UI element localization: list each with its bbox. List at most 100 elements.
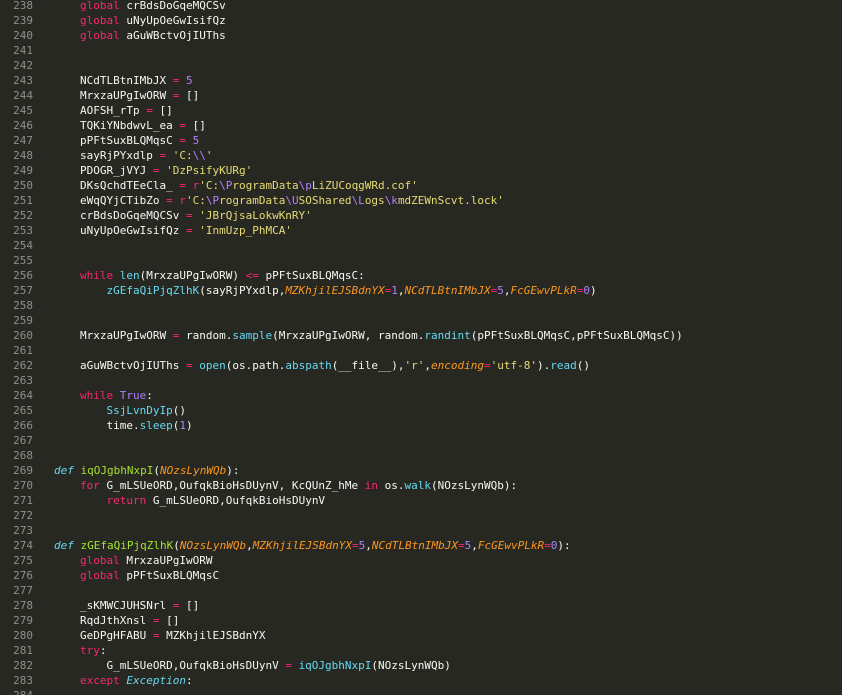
code-token: except — [80, 673, 120, 687]
line-number: 269 — [13, 463, 33, 477]
code-line[interactable]: 265 SsjLvnDyIp() — [0, 403, 842, 418]
code-line[interactable]: 278 _sKMWCJUHSNrl = [] — [0, 598, 842, 613]
code-line[interactable]: 284 — [0, 688, 842, 695]
code-text: global MrxzaUPgIwORW — [80, 553, 212, 568]
code-token: \L — [351, 193, 365, 207]
code-token: (__file__), — [331, 358, 405, 372]
code-line[interactable]: 242 — [0, 58, 842, 73]
line-number: 244 — [13, 88, 33, 102]
code-line[interactable]: 255 — [0, 253, 842, 268]
code-token: \P — [205, 193, 220, 207]
code-token: rogramData — [219, 193, 286, 207]
code-text: G_mLSUeORD,OufqkBioHsDUynV = iqOJgbhNxpI… — [107, 658, 451, 673]
code-token: open — [199, 358, 226, 372]
code-token: (pPFtSuxBLQMqsC,pPFtSuxBLQMqsC)) — [470, 328, 683, 342]
code-line[interactable]: 282 G_mLSUeORD,OufqkBioHsDUynV = iqOJgbhN… — [0, 658, 842, 673]
code-line[interactable]: 281 try: — [0, 643, 842, 658]
code-token: ): — [557, 538, 571, 552]
code-line[interactable]: 264 while True: — [0, 388, 842, 403]
code-line[interactable]: 251 eWqQYjCTibZo = r'C:\ProgramData\USOSh… — [0, 193, 842, 208]
code-text: global pPFtSuxBLQMqsC — [80, 568, 219, 583]
code-token: 1 — [391, 283, 398, 297]
code-line[interactable]: 243 NCdTLBtnIMbJX = 5 — [0, 73, 842, 88]
code-text: return G_mLSUeORD,OufqkBioHsDUynV — [107, 493, 326, 508]
code-line[interactable]: 244 MrxzaUPgIwORW = [] — [0, 88, 842, 103]
code-line[interactable]: 262 aGuWBctvOjIUThs = open(os.path.abspat… — [0, 358, 842, 373]
code-text: PDOGR_jVYJ = 'DzPsifyKURg' — [80, 163, 252, 178]
code-line[interactable]: 261 — [0, 343, 842, 358]
code-line[interactable]: 268 — [0, 448, 842, 463]
code-line[interactable]: 271 return G_mLSUeORD,OufqkBioHsDUynV — [0, 493, 842, 508]
line-number: 261 — [13, 343, 33, 357]
code-line[interactable]: 240 global aGuWBctvOjIUThs — [0, 28, 842, 43]
code-line[interactable]: 280 GeDPgHFABU = MZKhjilEJSBdnYX — [0, 628, 842, 643]
code-line[interactable]: 245 AOFSH_rTp = [] — [0, 103, 842, 118]
code-line[interactable]: 250 DKsQchdTEeCla_ = r'C:\ProgramData\pLi… — [0, 178, 842, 193]
code-token: () — [172, 403, 186, 417]
code-text: for G_mLSUeORD,OufqkBioHsDUynV, KcQUnZ_h… — [80, 478, 517, 493]
line-number: 283 — [13, 673, 33, 687]
code-line[interactable]: 246 TQKiYNbdwvL_ea = [] — [0, 118, 842, 133]
code-token: read — [550, 358, 577, 372]
code-token: 'InmUzp_PhMCA' — [199, 223, 292, 237]
code-line[interactable]: 238 global crBdsDoGqeMQCSv — [0, 0, 842, 13]
line-number: 281 — [13, 643, 33, 657]
code-line[interactable]: 272 — [0, 508, 842, 523]
code-line[interactable]: 276 global pPFtSuxBLQMqsC — [0, 568, 842, 583]
line-number: 265 — [13, 403, 33, 417]
code-text: aGuWBctvOjIUThs = open(os.path.abspath(_… — [80, 358, 590, 373]
line-number: 266 — [13, 418, 33, 432]
code-line[interactable]: 257 zGEfaQiPjqZlhK(sayRjPYxdlp,MZKhjilEJS… — [0, 283, 842, 298]
code-token: 0 — [583, 283, 590, 297]
code-line[interactable]: 260 MrxzaUPgIwORW = random.sample(MrxzaUP… — [0, 328, 842, 343]
line-number: 247 — [13, 133, 33, 147]
code-line[interactable]: 267 — [0, 433, 842, 448]
code-text: eWqQYjCTibZo = r'C:\ProgramData\USOShare… — [80, 193, 504, 208]
code-line[interactable]: 263 — [0, 373, 842, 388]
code-token: crBdsDoGqeMQCSv — [80, 208, 186, 222]
code-line[interactable]: 253 uNyUpOeGwIsifQz = 'InmUzp_PhMCA' — [0, 223, 842, 238]
line-number: 272 — [13, 508, 33, 522]
code-token: 5 — [497, 283, 504, 297]
code-text: zGEfaQiPjqZlhK(sayRjPYxdlp,MZKhjilEJSBdn… — [107, 283, 597, 298]
code-line[interactable]: 256 while len(MrxzaUPgIwORW) <= pPFtSuxBL… — [0, 268, 842, 283]
code-token: <= — [245, 268, 259, 282]
code-line[interactable]: 248 sayRjPYxdlp = 'C:\\' — [0, 148, 842, 163]
code-line[interactable]: 258 — [0, 298, 842, 313]
code-line[interactable]: 277 — [0, 583, 842, 598]
code-line[interactable]: 274 def zGEfaQiPjqZlhK(NOzsLynWQb,MZKhjil… — [0, 538, 842, 553]
code-line[interactable]: 283 except Exception: — [0, 673, 842, 688]
code-text: while len(MrxzaUPgIwORW) <= pPFtSuxBLQMq… — [80, 268, 365, 283]
code-line[interactable]: 279 RqdJthXnsl = [] — [0, 613, 842, 628]
code-line[interactable]: 252 crBdsDoGqeMQCSv = 'JBrQjsaLokwKnRY' — [0, 208, 842, 223]
code-token: ( — [153, 463, 160, 477]
code-text: global crBdsDoGqeMQCSv — [80, 0, 226, 13]
line-number: 263 — [13, 373, 33, 387]
code-token: LiZUCoqgWRd.cof' — [311, 178, 418, 192]
code-line[interactable]: 270 for G_mLSUeORD,OufqkBioHsDUynV, KcQUn… — [0, 478, 842, 493]
line-number: 257 — [13, 283, 33, 297]
code-editor[interactable]: 238 global crBdsDoGqeMQCSv 239 global uNyUp… — [0, 0, 842, 695]
code-line[interactable]: 275 global MrxzaUPgIwORW — [0, 553, 842, 568]
code-text: SsjLvnDyIp() — [107, 403, 186, 418]
code-token: uNyUpOeGwIsifQz — [119, 13, 226, 27]
code-line[interactable]: 247 pPFtSuxBLQMqsC = 5 — [0, 133, 842, 148]
code-line[interactable]: 249 PDOGR_jVYJ = 'DzPsifyKURg' — [0, 163, 842, 178]
code-token: \P — [219, 178, 233, 192]
code-token: global — [80, 553, 120, 567]
code-token: : — [146, 388, 153, 402]
code-line[interactable]: 241 — [0, 43, 842, 58]
line-number: 259 — [13, 313, 33, 327]
code-token: ) — [186, 418, 193, 432]
code-line[interactable]: 254 — [0, 238, 842, 253]
code-token: FcGEwvPLkR — [477, 538, 545, 552]
code-text: except Exception: — [80, 673, 193, 688]
line-number: 274 — [13, 538, 33, 552]
code-line[interactable]: 239 global uNyUpOeGwIsifQz — [0, 13, 842, 28]
code-line[interactable]: 269 def iqOJgbhNxpI(NOzsLynWQb): — [0, 463, 842, 478]
code-line[interactable]: 259 — [0, 313, 842, 328]
code-line[interactable]: 266 time.sleep(1) — [0, 418, 842, 433]
code-line[interactable]: 273 — [0, 523, 842, 538]
